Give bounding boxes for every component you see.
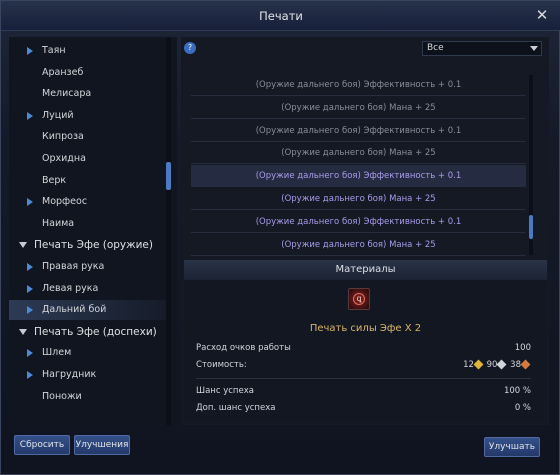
seals-window: Печати ✕ Таян Аранзеб Мелисара Луций Кипроза…	[0, 0, 560, 475]
tree-item[interactable]: Луций	[9, 106, 167, 126]
bonus-row: Доп. шанс успеха 0 %	[196, 401, 531, 415]
tree-item[interactable]: Морфеос	[9, 192, 167, 212]
chevron-down-icon	[19, 328, 27, 335]
filter-dropdown[interactable]: Все	[422, 41, 542, 56]
tree-item[interactable]: Дальний бой	[9, 300, 167, 321]
chevron-down-icon	[19, 242, 27, 249]
seal-item-icon[interactable]: ꝗ	[348, 288, 370, 310]
chevron-right-icon	[27, 349, 33, 358]
improve-button[interactable]: Улучшать	[484, 437, 540, 457]
effects-scrollbar[interactable]	[529, 75, 533, 255]
effect-row[interactable]: (Оружие дальнего боя) Мана + 25	[191, 188, 526, 210]
tree-item-label: Таян	[42, 45, 66, 56]
effect-row[interactable]: (Оружие дальнего боя) Эффективность + 0.…	[191, 74, 526, 96]
tree-item[interactable]: Шлем	[9, 343, 167, 363]
title-bar: Печати ✕	[1, 1, 560, 31]
tree-item-label: Поножи	[42, 390, 82, 402]
tree-item[interactable]: Кипроза	[9, 127, 167, 147]
bonus-value: 0 %	[514, 403, 531, 413]
filter-selected: Все	[427, 43, 444, 53]
tree-item[interactable]: Наима	[9, 214, 167, 234]
tree-item-label: Верк	[42, 174, 67, 186]
close-icon[interactable]: ✕	[533, 6, 551, 24]
tree-item-label: Нагрудник	[42, 369, 97, 380]
tree-item-label: Левая рука	[42, 282, 99, 294]
copper-coin-icon	[520, 359, 531, 370]
help-icon[interactable]: ?	[184, 42, 196, 54]
tree-group-header[interactable]: Печать Эфе (доспехи)	[9, 322, 167, 342]
tree-item-label: Мелисара	[42, 88, 92, 100]
effect-row[interactable]: (Оружие дальнего боя) Эффективность + 0.…	[191, 120, 526, 142]
effect-row[interactable]: (Оружие дальнего боя) Мана + 25	[191, 234, 526, 256]
tree-item-label: Орхидна	[42, 153, 86, 164]
chevron-right-icon	[27, 284, 33, 293]
tree-item[interactable]: Нагрудник	[9, 365, 167, 385]
tree-item-label: Луций	[42, 109, 74, 121]
divider	[196, 378, 531, 379]
tree-item[interactable]: Правая рука	[9, 257, 167, 277]
tree-item-label: Правая рука	[42, 261, 105, 272]
material-name: Печать силы Эфе X 2	[309, 323, 422, 334]
effect-row[interactable]: (Оружие дальнего боя) Эффективность + 0.…	[191, 165, 526, 188]
category-tree: Таян Аранзеб Мелисара Луций Кипроза Орхидна Ве…	[9, 37, 177, 425]
chevron-right-icon	[27, 111, 33, 120]
tree-item[interactable]: Поножи	[9, 387, 167, 407]
tree-item[interactable]: Верк	[9, 171, 167, 191]
chevron-down-icon	[530, 46, 538, 51]
tree-item[interactable]: Мелисара	[9, 84, 167, 104]
tree-item-label: Морфеос	[42, 196, 88, 208]
seal-rune-icon: ꝗ	[353, 293, 365, 305]
work-points-label: Расход очков работы	[196, 343, 291, 353]
tree-group-label: Печать Эфе (доспехи)	[34, 325, 157, 338]
tree-group-header[interactable]: Печать Эфе (оружие)	[9, 235, 167, 255]
effect-row[interactable]: (Оружие дальнего боя) Эффективность + 0.…	[191, 211, 526, 233]
chevron-right-icon	[27, 47, 33, 55]
cost-value: 12 90 38	[463, 358, 531, 372]
effect-list: (Оружие дальнего боя) Эффективность + 0.…	[191, 74, 531, 259]
chevron-right-icon	[27, 198, 33, 207]
tree-item[interactable]: Орхидна	[9, 149, 167, 169]
work-points-value: 100	[514, 343, 531, 353]
tree-item-label: Наима	[42, 217, 75, 229]
tree-scroll-thumb[interactable]	[166, 162, 171, 190]
materials-panel: Материалы ꝗ Печать силы Эфе X 2 Расход о…	[184, 260, 547, 423]
cost-silver: 90	[486, 360, 498, 370]
materials-header: Материалы	[184, 260, 547, 280]
tree-group-label: Печать Эфе (оружие)	[34, 239, 153, 252]
upgrades-button[interactable]: Улучшения	[74, 435, 130, 455]
tree-item-label: Дальний бой	[42, 304, 107, 316]
bonus-label: Доп. шанс успеха	[196, 403, 276, 413]
chevron-right-icon	[27, 306, 33, 315]
chevron-right-icon	[27, 263, 33, 271]
success-value: 100 %	[503, 386, 531, 396]
effects-scroll-thumb[interactable]	[529, 215, 533, 239]
success-label: Шанс успеха	[196, 386, 254, 396]
gold-coin-icon	[473, 359, 484, 370]
tree-item[interactable]: Аранзеб	[9, 63, 167, 83]
cost-gold: 12	[463, 360, 474, 370]
cost-label: Стоимость:	[196, 360, 247, 370]
tree-item-label: Аранзеб	[42, 66, 84, 78]
tree-item[interactable]: Таян	[9, 41, 167, 61]
tree-scrollbar[interactable]	[166, 37, 171, 425]
silver-coin-icon	[497, 359, 507, 370]
tree-item-label: Шлем	[42, 347, 72, 359]
window-title: Печати	[259, 9, 303, 23]
tree-item-label: Кипроза	[42, 131, 84, 143]
tree-item[interactable]: Левая рука	[9, 279, 167, 299]
chevron-right-icon	[27, 371, 33, 379]
effect-row[interactable]: (Оружие дальнего боя) Мана + 25	[191, 142, 526, 165]
cost-row: Стоимость: 12 90 38	[196, 358, 531, 372]
reset-button[interactable]: Сбросить	[14, 435, 70, 455]
work-points-row: Расход очков работы 100	[196, 341, 531, 355]
cost-copper: 38	[510, 360, 521, 370]
success-row: Шанс успеха 100 %	[196, 384, 531, 398]
effect-row[interactable]: (Оружие дальнего боя) Мана + 25	[191, 97, 526, 119]
